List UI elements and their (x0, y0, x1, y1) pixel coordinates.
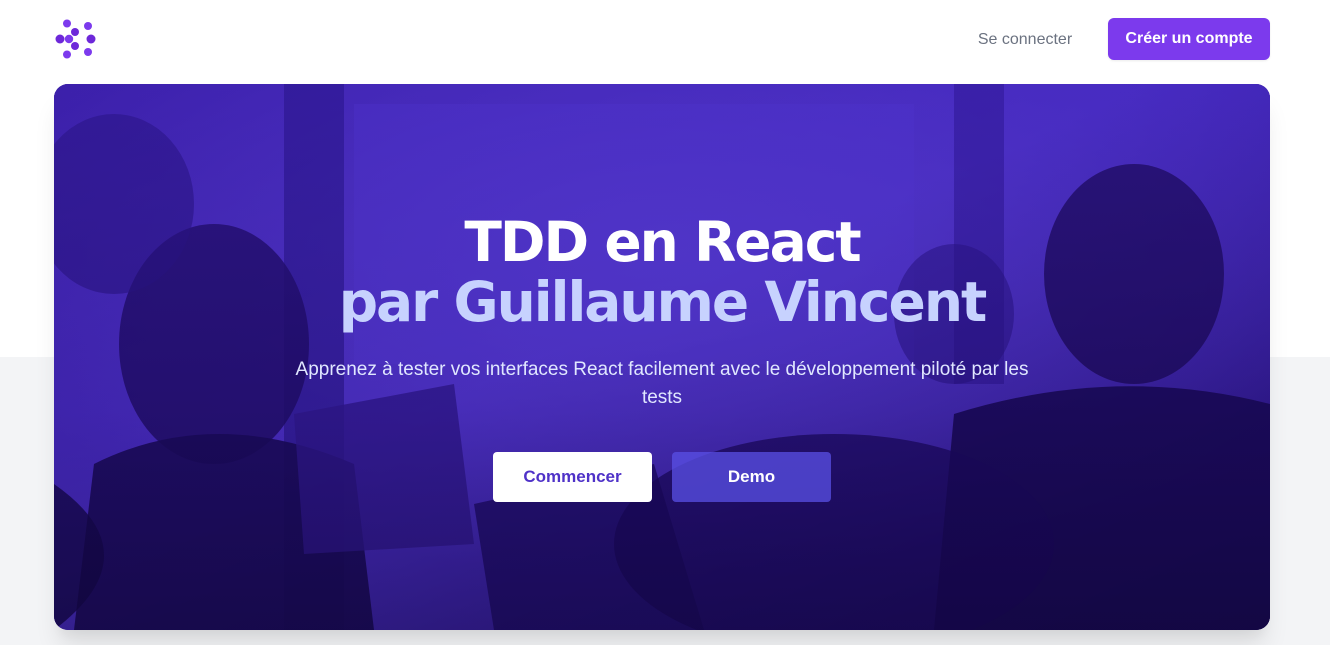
create-account-button[interactable]: Créer un compte (1108, 18, 1270, 60)
hero-banner: TDD en React par Guillaume Vincent Appre… (54, 84, 1270, 630)
hero-title-line2: par Guillaume Vincent (338, 270, 988, 334)
dots-arrow-logo-icon[interactable] (55, 19, 97, 59)
start-button[interactable]: Commencer (493, 452, 652, 502)
demo-button[interactable]: Demo (672, 452, 831, 502)
top-nav: Se connecter Créer un compte (0, 0, 1330, 80)
hero-subtitle: Apprenez à tester vos interfaces React f… (295, 359, 1029, 408)
hero-title-line1: TDD en React (464, 210, 861, 274)
hero-title: TDD en React par Guillaume Vincent (54, 212, 1270, 332)
signin-link[interactable]: Se connecter (960, 28, 1090, 52)
